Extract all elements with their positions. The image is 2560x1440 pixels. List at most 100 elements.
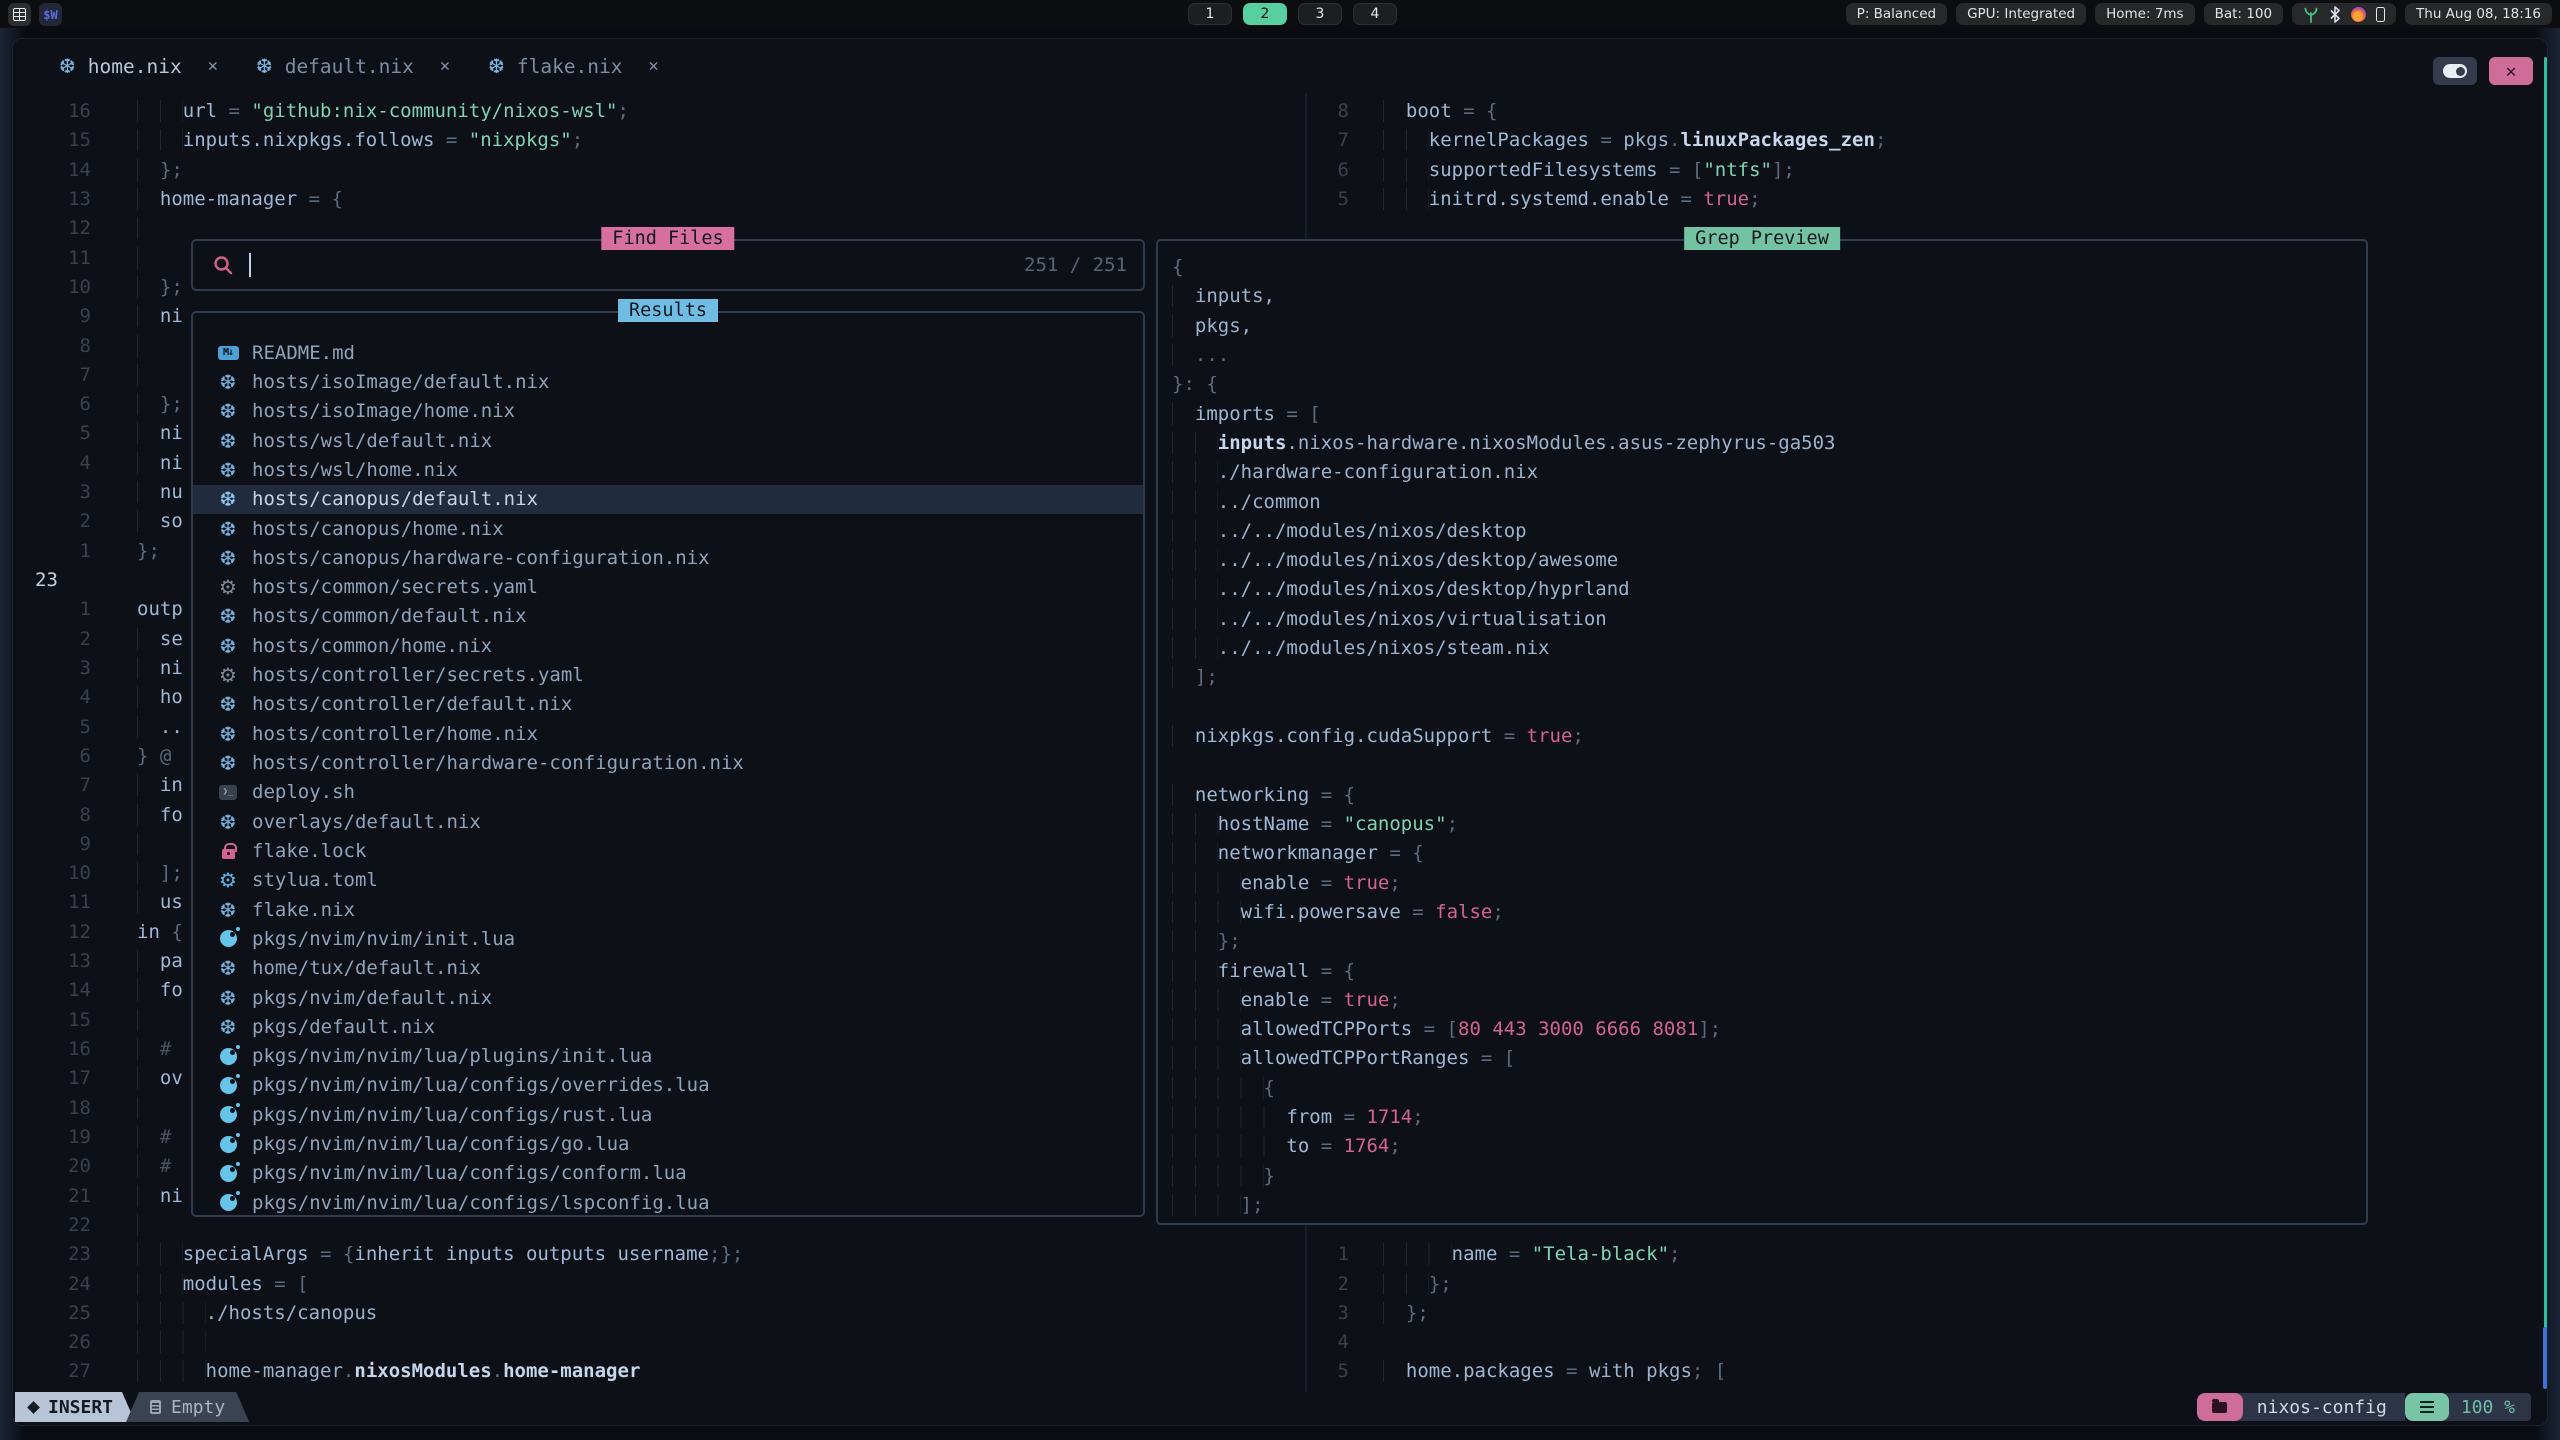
sign-column [97,1094,137,1123]
workspace-button-2[interactable]: 2 [1243,3,1287,25]
code-line: 5 home.packages = with pkgs; [ [1307,1357,2547,1386]
vim-icon [27,1401,40,1414]
result-item[interactable]: ❆overlays/default.nix [193,807,1143,836]
result-item[interactable]: pkgs/nvim/nvim/lua/plugins/init.lua [193,1042,1143,1071]
result-filename: pkgs/nvim/nvim/lua/configs/lspconfig.lua [252,1192,710,1214]
result-item[interactable]: ❆hosts/common/default.nix [193,602,1143,631]
result-item[interactable]: pkgs/nvim/nvim/lua/configs/rust.lua [193,1100,1143,1129]
nix-file-icon: ❆ [59,54,76,78]
result-item[interactable]: ❆hosts/common/home.nix [193,631,1143,660]
result-item[interactable]: ❆hosts/controller/default.nix [193,690,1143,719]
project-badge [2197,1393,2243,1421]
code-text [137,244,160,273]
result-filename: pkgs/nvim/nvim/lua/configs/rust.lua [252,1104,652,1126]
scrollbar-track[interactable] [2544,57,2547,1385]
media-icon[interactable] [2351,7,2366,22]
result-item[interactable]: M↓README.md [193,338,1143,367]
code-line: 6 supportedFilesystems = ["ntfs"]; [1307,156,2547,185]
result-item[interactable]: flake.lock [193,836,1143,865]
tab-close-button[interactable]: ✕ [440,56,450,76]
workspace-button-4[interactable]: 4 [1353,3,1397,25]
result-filename: hosts/controller/default.nix [252,693,572,715]
preview-line [1172,751,2366,780]
code-text: # [137,1152,171,1181]
preview-line: ../common [1172,488,2366,517]
result-filename: pkgs/nvim/nvim/lua/configs/overrides.lua [252,1074,710,1096]
result-item[interactable]: ❆hosts/wsl/home.nix [193,455,1143,484]
result-item[interactable]: ❆hosts/controller/home.nix [193,719,1143,748]
result-filename: pkgs/nvim/nvim/lua/plugins/init.lua [252,1045,652,1067]
result-item[interactable]: ⚙hosts/controller/secrets.yaml [193,660,1143,689]
code-text: # [137,1123,171,1152]
result-item[interactable]: ❆hosts/canopus/default.nix [193,485,1143,514]
tab-flake.nix[interactable]: ❆flake.nix✕ [488,54,659,78]
result-item[interactable]: ❆pkgs/nvim/default.nix [193,983,1143,1012]
code-text [137,332,160,361]
workspace-button-3[interactable]: 3 [1298,3,1342,25]
code-text: }; [137,156,183,185]
tab-default.nix[interactable]: ❆default.nix✕ [256,54,450,78]
finder-results: Results M↓README.md❆hosts/isoImage/defau… [191,311,1145,1217]
file-label: Empty [171,1397,225,1418]
phone-icon[interactable] [2376,7,2385,22]
code-text: .. [137,713,183,742]
line-number: 26 [13,1328,97,1357]
result-item[interactable]: ❯_deploy.sh [193,778,1143,807]
result-item[interactable]: ❆hosts/controller/hardware-configuration… [193,748,1143,777]
code-text: url = "github:nix-community/nixos-wsl"; [137,97,629,126]
preview-line: hostName = "canopus"; [1172,810,2366,839]
result-item[interactable]: pkgs/nvim/nvim/lua/configs/go.lua [193,1129,1143,1158]
sign-column [97,273,137,302]
code-text: fo [137,976,183,1005]
battery-pill: Bat: 100 [2204,3,2283,25]
close-button[interactable]: ✕ [2489,57,2533,85]
sign-column [97,947,137,976]
result-item[interactable]: ❆hosts/isoImage/default.nix [193,367,1143,396]
app-launcher-button[interactable] [8,3,31,26]
result-item[interactable]: ❆home/tux/default.nix [193,954,1143,983]
nix-glyph: ❆ [220,489,237,509]
result-item[interactable]: ❆hosts/isoImage/home.nix [193,397,1143,426]
result-item[interactable]: pkgs/nvim/nvim/init.lua [193,924,1143,953]
tab-close-button[interactable]: ✕ [649,56,659,76]
sign-column [1355,156,1383,185]
result-item[interactable]: ❆hosts/wsl/default.nix [193,426,1143,455]
scrollbar-thumb[interactable] [2543,1327,2547,1389]
result-filename: hosts/isoImage/default.nix [252,371,549,393]
result-filename: pkgs/default.nix [252,1016,435,1038]
toggle-button[interactable] [2433,57,2477,85]
network-icon[interactable] [2303,6,2319,23]
bluetooth-icon[interactable] [2329,6,2341,23]
tab-home.nix[interactable]: ❆ home.nix ✕ [59,54,218,78]
result-item[interactable]: ❆hosts/canopus/home.nix [193,514,1143,543]
result-item[interactable]: ⚙hosts/common/secrets.yaml [193,573,1143,602]
tab-label: home.nix [88,55,182,78]
sign-column [97,1328,137,1357]
result-item[interactable]: pkgs/nvim/nvim/lua/configs/lspconfig.lua [193,1188,1143,1217]
nix-glyph: ❆ [220,812,237,832]
lua-icon [217,930,239,947]
line-number: 10 [13,273,97,302]
preview-line: ../../modules/nixos/steam.nix [1172,634,2366,663]
code-text: home.packages = with pkgs; [ [1383,1357,1726,1386]
result-item[interactable]: ❆flake.nix [193,895,1143,924]
tab-close-button[interactable]: ✕ [208,56,218,76]
clock-pill: Thu Aug 08, 18:16 [2405,3,2552,25]
sign-column [97,595,137,624]
result-filename: README.md [252,342,355,364]
line-number: 9 [13,830,97,859]
preview-line: firewall = { [1172,957,2366,986]
result-item[interactable]: pkgs/nvim/nvim/lua/configs/overrides.lua [193,1071,1143,1100]
code-text: } @ [137,742,171,771]
result-item[interactable]: ❆hosts/canopus/hardware-configuration.ni… [193,543,1143,572]
workspace-button-1[interactable]: 1 [1188,3,1232,25]
code-line: 5 initrd.systemd.enable = true; [1307,185,2547,214]
lua-glyph [220,1194,237,1211]
nix-icon: ❆ [217,460,239,480]
result-item[interactable]: ⚙stylua.toml [193,866,1143,895]
result-item[interactable]: pkgs/nvim/nvim/lua/configs/conform.lua [193,1159,1143,1188]
line-number: 4 [1307,1328,1355,1357]
result-item[interactable]: ❆pkgs/default.nix [193,1012,1143,1041]
terminal-badge[interactable]: $W [39,3,62,26]
sign-column [97,1152,137,1181]
